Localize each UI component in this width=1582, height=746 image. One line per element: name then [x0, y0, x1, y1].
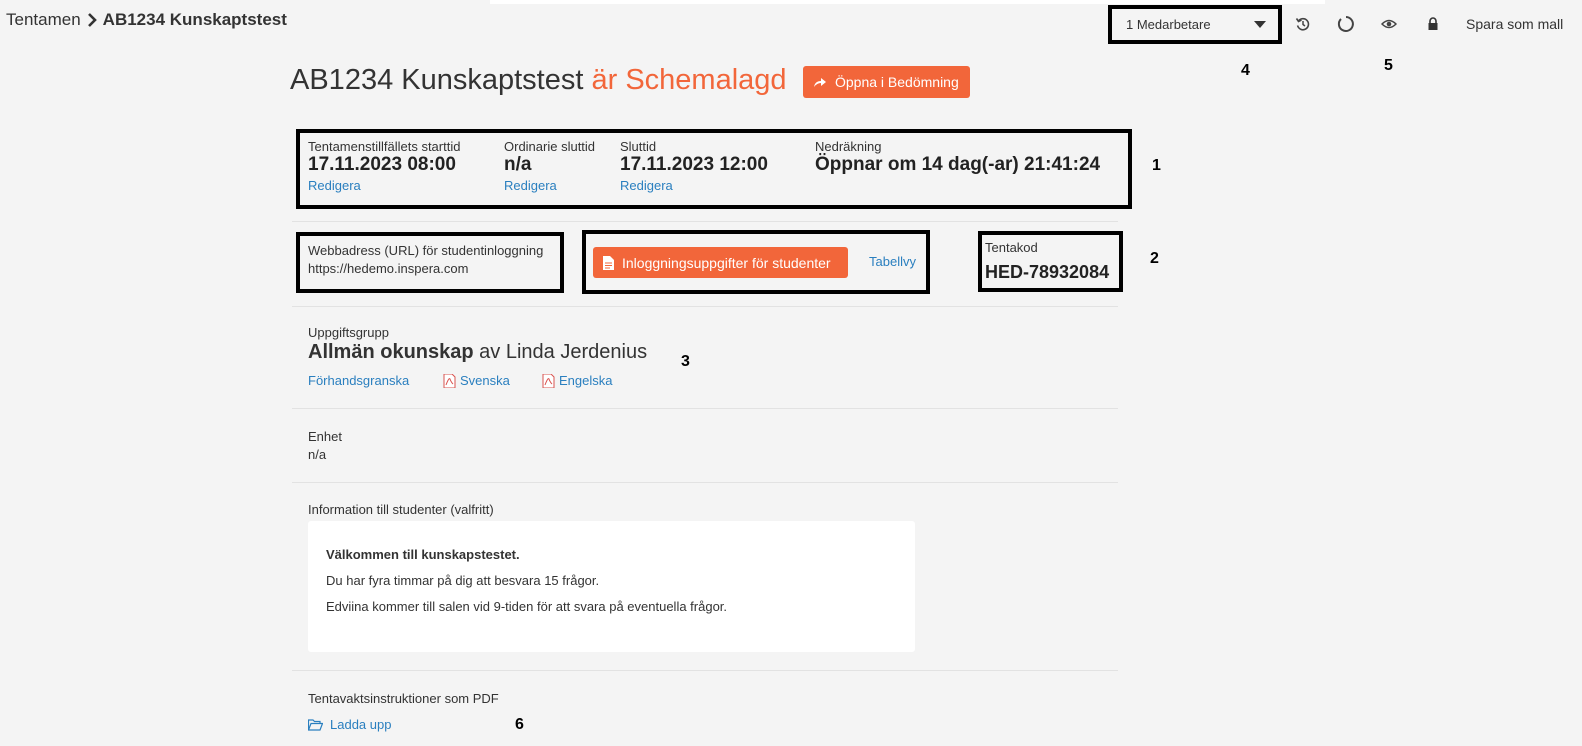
info-line-1: Du har fyra timmar på dig att besvara 15… — [326, 573, 600, 588]
unit-label: Enhet — [308, 429, 342, 444]
invigilator-label: Tentavaktsinstruktioner som PDF — [308, 691, 499, 706]
annotation-2: 2 — [1150, 250, 1159, 267]
task-group-name: Allmän okunskap — [308, 341, 474, 363]
divider — [292, 221, 1118, 222]
open-in-grading-label: Öppna i Bedömning — [835, 74, 959, 90]
divider — [292, 670, 1118, 671]
end-time-field: Sluttid 17.11.2023 12:00 Redigera — [620, 139, 768, 193]
exam-name: AB1234 Kunskaptstest — [290, 64, 584, 96]
breadcrumb-root[interactable]: Tentamen — [6, 10, 81, 30]
annotation-4: 4 — [1241, 62, 1250, 79]
page-title: AB1234 Kunskaptstest är Schemalagd — [290, 64, 787, 97]
upload-link[interactable]: Ladda upp — [308, 717, 391, 732]
start-time-field: Tentamenstillfällets starttid 17.11.2023… — [308, 139, 460, 193]
login-url-label: Webbadress (URL) för studentinloggning — [308, 243, 544, 258]
end-time-edit-link[interactable]: Redigera — [620, 178, 768, 193]
pdf-english-link[interactable]: Engelska — [542, 373, 612, 388]
countdown-value: Öppnar om 14 dag(-ar) 21:41:24 — [815, 154, 1101, 175]
exam-code-value: HED-78932084 — [985, 262, 1110, 282]
collaborators-dropdown[interactable]: 1 Medarbetare — [1108, 5, 1282, 44]
pdf-english-label: Engelska — [559, 373, 613, 388]
info-label: Information till studenter (valfritt) — [308, 502, 494, 517]
ordinary-end-label: Ordinarie sluttid — [504, 139, 596, 154]
task-group-label: Uppgiftsgrupp — [308, 325, 389, 340]
top-bar-line — [490, 0, 1325, 4]
divider — [292, 408, 1118, 409]
preview-link[interactable]: Förhandsgranska — [308, 373, 409, 388]
end-time-label: Sluttid — [620, 139, 657, 154]
task-group-author: av Linda Jerdenius — [479, 341, 648, 363]
end-time-value: 17.11.2023 12:00 — [620, 154, 768, 175]
breadcrumb: Tentamen AB1234 Kunskaptstest — [6, 10, 287, 30]
exam-code-field: Tentakod HED-78932084 — [985, 240, 1109, 283]
caret-down-icon — [1254, 21, 1266, 28]
student-login-details-label: Inloggningsuppgifter för studenter — [622, 254, 831, 271]
document-icon — [603, 255, 614, 270]
history-icon[interactable] — [1293, 14, 1313, 34]
pdf-icon — [542, 373, 555, 388]
refresh-icon[interactable] — [1336, 14, 1356, 34]
annotation-3: 3 — [681, 353, 690, 370]
annotation-1: 1 — [1152, 157, 1161, 174]
divider — [292, 306, 1118, 307]
annotation-6: 6 — [515, 716, 524, 733]
annotation-5: 5 — [1384, 57, 1393, 74]
lock-icon[interactable] — [1423, 14, 1443, 34]
chevron-right-icon — [87, 13, 97, 27]
login-url-value: https://hedemo.inspera.com — [308, 261, 469, 276]
login-url-field: Webbadress (URL) för studentinloggning h… — [308, 243, 543, 276]
pdf-swedish-link[interactable]: Svenska — [443, 373, 510, 388]
pdf-swedish-label: Svenska — [460, 373, 510, 388]
eye-icon[interactable] — [1379, 14, 1399, 34]
info-line-2: Edviina kommer till salen vid 9-tiden fö… — [326, 599, 728, 614]
start-time-label: Tentamenstillfällets starttid — [308, 139, 461, 154]
save-as-template-button[interactable]: Spara som mall — [1466, 16, 1563, 32]
task-group-title: Allmän okunskap av Linda Jerdenius — [308, 341, 647, 364]
countdown-field: Nedräkning Öppnar om 14 dag(-ar) 21:41:2… — [815, 139, 1100, 176]
folder-open-icon — [308, 718, 323, 731]
ordinary-end-value: n/a — [504, 154, 532, 175]
upload-label: Ladda upp — [330, 717, 392, 732]
open-in-grading-button[interactable]: Öppna i Bedömning — [803, 66, 970, 98]
ordinary-end-field: Ordinarie sluttid n/a Redigera — [504, 139, 595, 193]
info-heading: Välkommen till kunskapstestet. — [326, 547, 520, 562]
table-view-link[interactable]: Tabellvy — [869, 254, 916, 269]
info-text-content: Välkommen till kunskapstestet. Du har fy… — [326, 547, 727, 614]
collaborators-label: 1 Medarbetare — [1126, 17, 1211, 32]
student-login-details-button[interactable]: Inloggningsuppgifter för studenter — [593, 247, 848, 278]
start-time-edit-link[interactable]: Redigera — [308, 178, 460, 193]
start-time-value: 17.11.2023 08:00 — [308, 154, 456, 175]
exam-status: är Schemalagd — [591, 64, 787, 96]
countdown-label: Nedräkning — [815, 139, 882, 154]
exam-code-label: Tentakod — [985, 240, 1038, 255]
breadcrumb-current: AB1234 Kunskaptstest — [102, 10, 287, 29]
divider — [292, 482, 1118, 483]
ordinary-end-edit-link[interactable]: Redigera — [504, 178, 595, 193]
task-group-section: Uppgiftsgrupp Allmän okunskap av Linda J… — [308, 325, 647, 364]
share-icon — [814, 78, 826, 87]
unit-value: n/a — [308, 447, 327, 462]
pdf-icon — [443, 373, 456, 388]
unit-section: Enhet n/a — [308, 429, 342, 462]
